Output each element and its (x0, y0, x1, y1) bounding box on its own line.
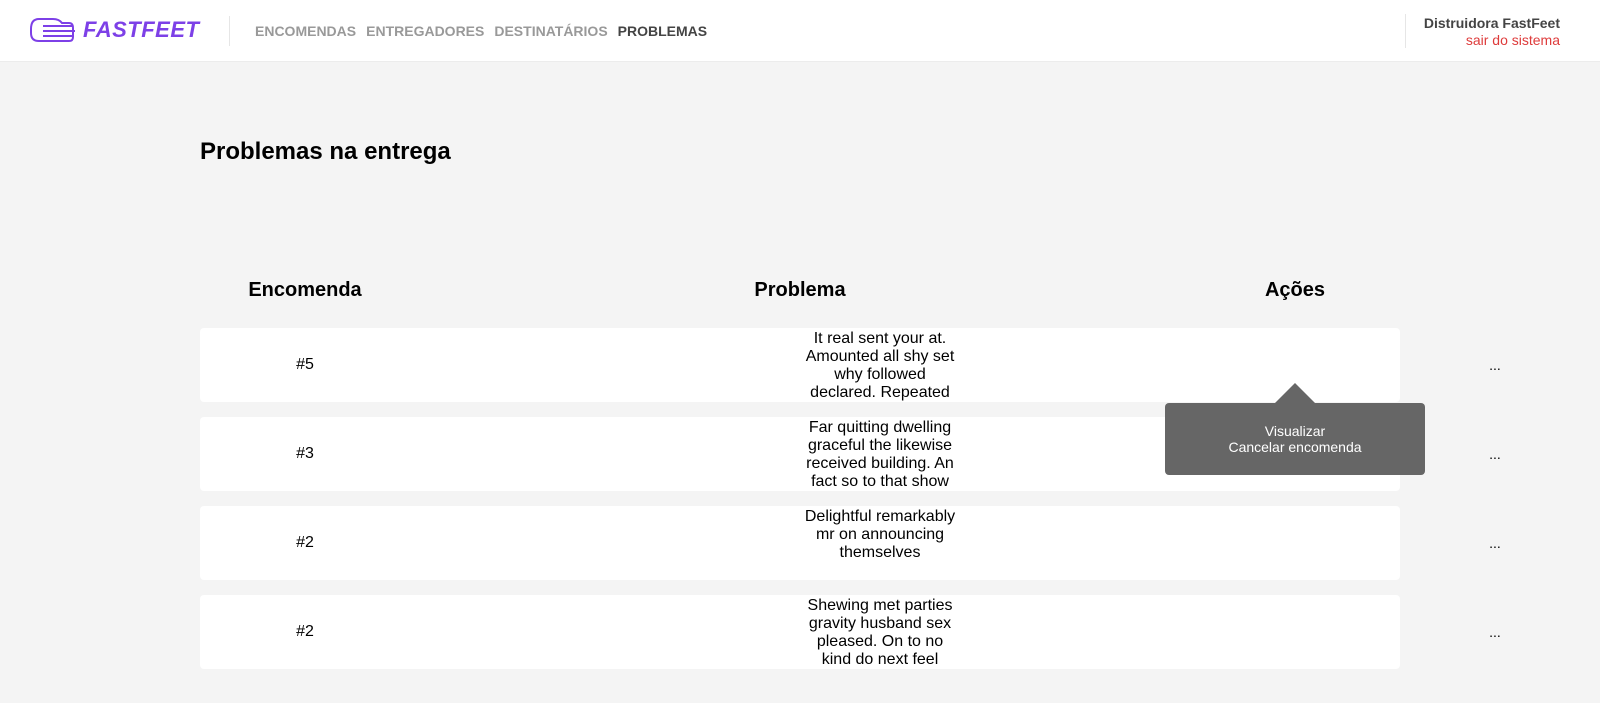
brand-name: FASTFEET (83, 17, 200, 42)
brand-logo[interactable]: FASTFEET (29, 14, 199, 46)
nav-item-encomendas[interactable]: ENCOMENDAS (255, 23, 356, 39)
nav-item-destinatarios[interactable]: DESTINATÁRIOS (494, 23, 607, 39)
nav-item-entregadores[interactable]: ENTREGADORES (366, 23, 484, 39)
column-header-acoes: Ações (1264, 279, 1326, 301)
top-header: FASTFEET ENCOMENDAS ENTREGADORES DESTINA… (0, 0, 1600, 62)
order-id: #2 (296, 623, 314, 640)
delivery-truck-icon (30, 18, 75, 42)
problem-description: Shewing met parties gravity husband sex … (807, 597, 953, 668)
problem-description: Delightful remarkably mr on announcing t… (804, 508, 956, 561)
page-title: Problemas na entrega (200, 138, 451, 165)
table-row: #2 Delightful remarkably mr on announcin… (200, 506, 1501, 580)
column-header-encomenda: Encomenda (248, 279, 362, 301)
logout-link[interactable]: sair do sistema (1424, 32, 1560, 49)
problem-description: Far quitting dwelling graceful the likew… (806, 419, 954, 490)
problems-table: #5 It real sent your at. Amounted all sh… (200, 328, 1501, 684)
main-nav: ENCOMENDAS ENTREGADORES DESTINATÁRIOS PR… (255, 23, 707, 39)
table-row: #2 Shewing met parties gravity husband s… (200, 595, 1501, 669)
column-header-problema: Problema (754, 279, 846, 301)
order-id: #2 (296, 534, 314, 551)
table-row: #5 It real sent your at. Amounted all sh… (200, 328, 1501, 402)
actions-menu-button[interactable]: ... (1390, 506, 1600, 580)
nav-item-problemas[interactable]: PROBLEMAS (618, 23, 707, 39)
actions-menu-button[interactable]: ... (1390, 328, 1600, 402)
order-id: #5 (296, 356, 314, 373)
view-action[interactable]: Visualizar (1265, 423, 1325, 439)
problem-description: It real sent your at. Amounted all shy s… (805, 330, 955, 401)
actions-menu-button[interactable]: ... (1390, 595, 1600, 669)
user-name: Distruidora FastFeet (1423, 15, 1560, 31)
actions-popover: Visualizar Cancelar encomenda (1165, 383, 1425, 475)
user-box: Distruidora FastFeet sair do sistema (1424, 15, 1560, 49)
order-id: #3 (296, 445, 314, 462)
cancel-order-action[interactable]: Cancelar encomenda (1228, 439, 1361, 455)
header-divider (229, 16, 230, 46)
header-divider-right (1405, 14, 1406, 48)
